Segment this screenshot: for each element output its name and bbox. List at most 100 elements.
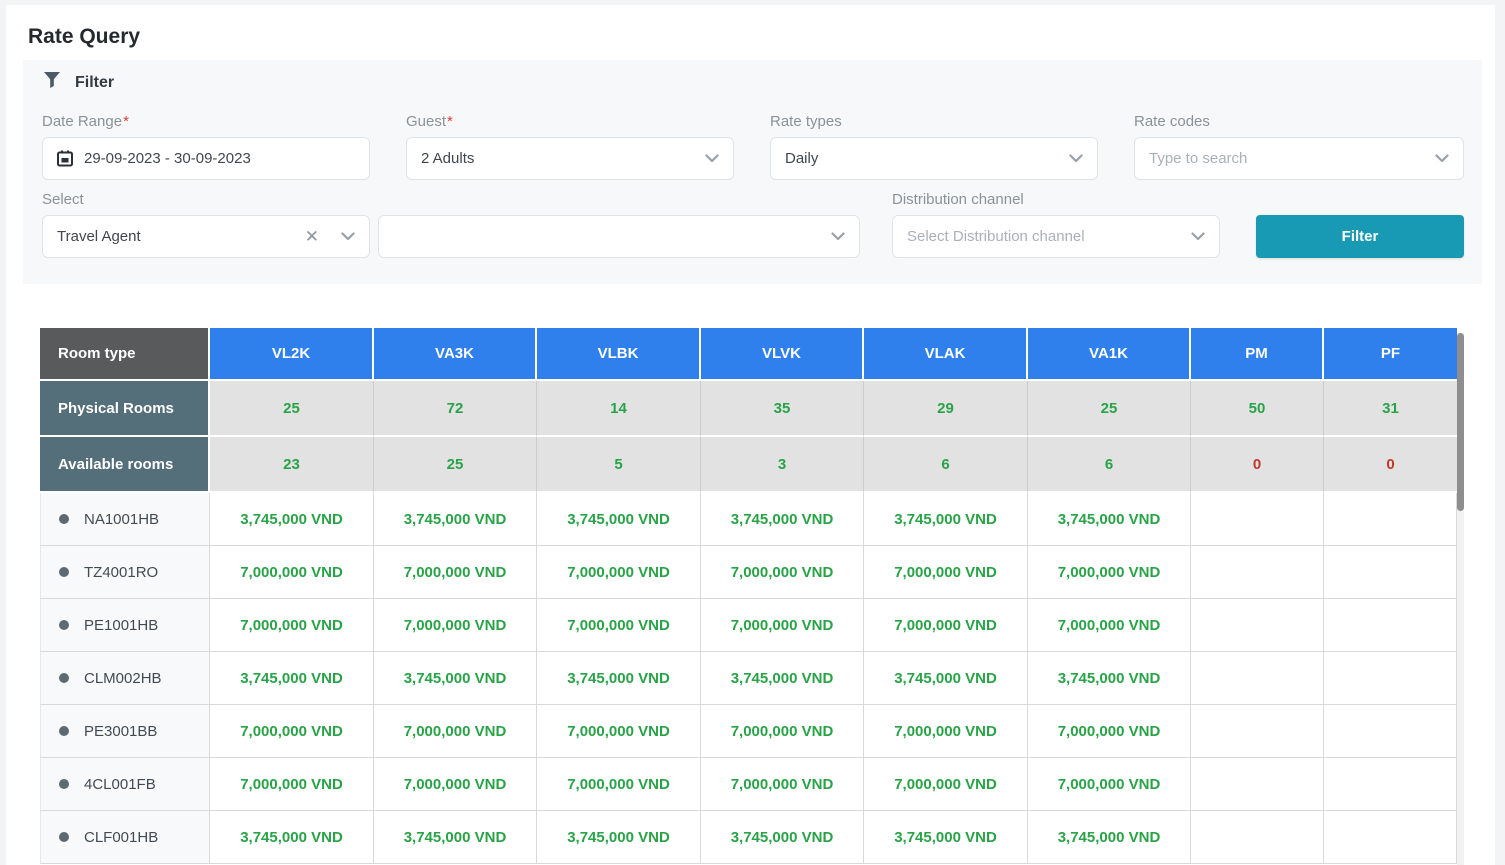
guest-select[interactable]: 2 Adults	[406, 137, 734, 180]
available-count-vl2k: 23	[210, 437, 374, 493]
rate-cell-va1k: 7,000,000 VND	[1028, 758, 1191, 811]
rate-cell-vlbk: 7,000,000 VND	[537, 546, 701, 599]
room-code-cell: TZ4001RO	[40, 546, 210, 599]
filter-panel-header: Filter	[43, 71, 114, 94]
rate-cell-vl2k: 3,745,000 VND	[210, 493, 374, 546]
rate-cell-va1k: 7,000,000 VND	[1028, 599, 1191, 652]
rate-types-label: Rate types	[770, 113, 842, 130]
table-row: PE1001HB7,000,000 VND7,000,000 VND7,000,…	[40, 599, 1457, 652]
rate-types-select[interactable]: Daily	[770, 137, 1098, 180]
physical-count-vl2k: 25	[210, 381, 374, 437]
physical-count-vlak: 29	[864, 381, 1028, 437]
rate-cell-vlak: 3,745,000 VND	[864, 811, 1028, 864]
rate-cell-vlvk: 7,000,000 VND	[701, 705, 864, 758]
column-header-vl2k: VL2K	[210, 328, 374, 381]
rate-cell-vlvk: 3,745,000 VND	[701, 811, 864, 864]
room-code: PE1001HB	[84, 617, 158, 634]
rate-cell-va1k: 3,745,000 VND	[1028, 652, 1191, 705]
table-body: NA1001HB3,745,000 VND3,745,000 VND3,745,…	[40, 493, 1464, 864]
filter-panel-title: Filter	[75, 74, 114, 92]
room-code: TZ4001RO	[84, 564, 158, 581]
rate-cell-vlbk: 7,000,000 VND	[537, 599, 701, 652]
rate-cell-pf	[1324, 546, 1457, 599]
select-value: Travel Agent	[57, 228, 305, 245]
rate-cell-vlbk: 3,745,000 VND	[537, 493, 701, 546]
guest-label: Guest*	[406, 113, 453, 130]
rate-cell-pf	[1324, 493, 1457, 546]
available-count-va3k: 25	[374, 437, 537, 493]
rate-cell-pf	[1324, 758, 1457, 811]
rate-cell-pm	[1191, 652, 1324, 705]
chevron-down-icon	[1435, 154, 1449, 163]
physical-count-va1k: 25	[1028, 381, 1191, 437]
room-code-cell: PE1001HB	[40, 599, 210, 652]
rate-cell-vlak: 7,000,000 VND	[864, 546, 1028, 599]
rate-cell-pm	[1191, 599, 1324, 652]
scrollbar-thumb[interactable]	[1457, 333, 1464, 511]
rate-table: Room type VL2KVA3KVLBKVLVKVLAKVA1KPMPF P…	[40, 328, 1464, 865]
rate-cell-va3k: 7,000,000 VND	[374, 758, 537, 811]
rate-cell-pm	[1191, 705, 1324, 758]
physical-count-va3k: 72	[374, 381, 537, 437]
physical-count-vlvk: 35	[701, 381, 864, 437]
chevron-down-icon	[1191, 232, 1205, 241]
rate-cell-pm	[1191, 546, 1324, 599]
rate-cell-pm	[1191, 811, 1324, 864]
column-header-vlvk: VLVK	[701, 328, 864, 381]
room-code-cell: 4CL001FB	[40, 758, 210, 811]
available-rooms-label: Available rooms	[40, 437, 210, 493]
rate-cell-va1k: 3,745,000 VND	[1028, 811, 1191, 864]
rate-codes-search-input[interactable]	[1149, 150, 1427, 167]
rate-cell-va1k: 7,000,000 VND	[1028, 546, 1191, 599]
filter-button[interactable]: Filter	[1256, 215, 1464, 258]
room-code: 4CL001FB	[84, 776, 156, 793]
status-dot-icon	[59, 514, 69, 524]
available-count-vlak: 6	[864, 437, 1028, 493]
rate-cell-pf	[1324, 599, 1457, 652]
status-dot-icon	[59, 726, 69, 736]
rate-cell-va3k: 7,000,000 VND	[374, 705, 537, 758]
available-count-pm: 0	[1191, 437, 1324, 493]
table-row: 4CL001FB7,000,000 VND7,000,000 VND7,000,…	[40, 758, 1457, 811]
physical-rooms-row: Physical Rooms 2572143529255031	[40, 381, 1457, 437]
rate-cell-pf	[1324, 705, 1457, 758]
chevron-down-icon	[705, 154, 719, 163]
page-title: Rate Query	[28, 25, 140, 49]
physical-count-pf: 31	[1324, 381, 1457, 437]
available-rooms-row: Available rooms 2325536600	[40, 437, 1457, 493]
rate-cell-vl2k: 7,000,000 VND	[210, 546, 374, 599]
available-count-pf: 0	[1324, 437, 1457, 493]
table-scrollbar[interactable]	[1457, 333, 1464, 865]
rate-codes-combobox[interactable]	[1134, 137, 1464, 180]
clear-icon[interactable]: ✕	[305, 227, 319, 247]
status-dot-icon	[59, 567, 69, 577]
available-count-vlvk: 3	[701, 437, 864, 493]
table-row: TZ4001RO7,000,000 VND7,000,000 VND7,000,…	[40, 546, 1457, 599]
select-travel-agent[interactable]: Travel Agent ✕	[42, 215, 370, 258]
available-count-vlbk: 5	[537, 437, 701, 493]
rate-cell-vl2k: 7,000,000 VND	[210, 758, 374, 811]
calendar-icon	[57, 150, 73, 167]
secondary-select[interactable]	[378, 215, 860, 258]
column-header-pf: PF	[1324, 328, 1457, 381]
room-code: PE3001BB	[84, 723, 157, 740]
room-code-cell: CLM002HB	[40, 652, 210, 705]
rate-cell-va3k: 3,745,000 VND	[374, 493, 537, 546]
physical-count-vlbk: 14	[537, 381, 701, 437]
rate-cell-vl2k: 3,745,000 VND	[210, 652, 374, 705]
rate-cell-vlvk: 3,745,000 VND	[701, 493, 864, 546]
available-count-va1k: 6	[1028, 437, 1191, 493]
date-range-input[interactable]: 29-09-2023 - 30-09-2023	[42, 137, 370, 180]
rate-cell-va3k: 7,000,000 VND	[374, 546, 537, 599]
rate-cell-vl2k: 3,745,000 VND	[210, 811, 374, 864]
status-dot-icon	[59, 673, 69, 683]
rate-cell-vlak: 7,000,000 VND	[864, 599, 1028, 652]
table-header-row: Room type VL2KVA3KVLBKVLVKVLAKVA1KPMPF	[40, 328, 1457, 381]
room-code: CLF001HB	[84, 829, 158, 846]
distribution-channel-select[interactable]: Select Distribution channel	[892, 215, 1220, 258]
physical-count-pm: 50	[1191, 381, 1324, 437]
date-range-value: 29-09-2023 - 30-09-2023	[84, 150, 355, 167]
chevron-down-icon	[341, 232, 355, 241]
room-code-cell: PE3001BB	[40, 705, 210, 758]
rate-cell-vlak: 3,745,000 VND	[864, 652, 1028, 705]
